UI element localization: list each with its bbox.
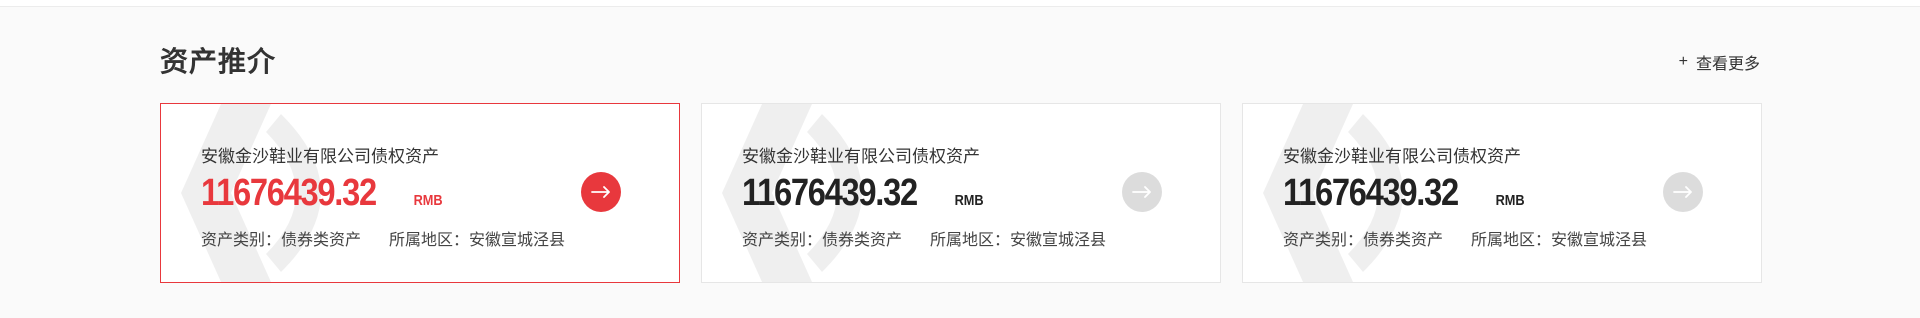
asset-region: 所属地区：安徽宣城泾县 (1471, 232, 1648, 249)
asset-card[interactable]: 安徽金沙鞋业有限公司债权资产 11676439.32 RMB 资产类别：债券类资… (701, 103, 1221, 283)
amount-unit: RMB (954, 192, 984, 209)
asset-category: 资产类别：债券类资产 (201, 232, 362, 249)
asset-meta: 资产类别：债券类资产 所属地区：安徽宣城泾县 (201, 226, 565, 250)
asset-amount: 11676439.32 RMB (1283, 172, 1527, 215)
amount-value: 11676439.32 (1283, 172, 1459, 214)
view-more-link[interactable]: + 查看更多 (1679, 50, 1760, 74)
asset-meta: 资产类别：债券类资产 所属地区：安徽宣城泾县 (742, 226, 1106, 250)
amount-value: 11676439.32 (201, 172, 377, 214)
arrow-right-icon[interactable] (581, 172, 621, 212)
asset-card[interactable]: 安徽金沙鞋业有限公司债权资产 11676439.32 RMB 资产类别：债券类资… (160, 103, 680, 283)
amount-unit: RMB (413, 192, 443, 209)
amount-unit: RMB (1495, 192, 1525, 209)
asset-card-list: 安徽金沙鞋业有限公司债权资产 11676439.32 RMB 资产类别：债券类资… (160, 103, 1762, 283)
amount-value: 11676439.32 (742, 172, 918, 214)
asset-card[interactable]: 安徽金沙鞋业有限公司债权资产 11676439.32 RMB 资产类别：债券类资… (1242, 103, 1762, 283)
view-more-label: 查看更多 (1695, 56, 1760, 73)
asset-category: 资产类别：债券类资产 (1283, 232, 1444, 249)
arrow-right-icon[interactable] (1663, 172, 1703, 212)
asset-name: 安徽金沙鞋业有限公司债权资产 (742, 147, 980, 166)
asset-category: 资产类别：债券类资产 (742, 232, 903, 249)
asset-name: 安徽金沙鞋业有限公司债权资产 (201, 147, 439, 166)
top-divider (0, 0, 1920, 7)
arrow-right-icon[interactable] (1122, 172, 1162, 212)
asset-region: 所属地区：安徽宣城泾县 (389, 232, 566, 249)
asset-amount: 11676439.32 RMB (201, 172, 445, 215)
asset-recommend-section: 资产推介 + 查看更多 安徽金沙鞋业有限公司债权资产 11676439.32 R… (160, 38, 1762, 283)
asset-amount: 11676439.32 RMB (742, 172, 986, 215)
asset-region: 所属地区：安徽宣城泾县 (930, 232, 1107, 249)
asset-name: 安徽金沙鞋业有限公司债权资产 (1283, 147, 1521, 166)
section-header: 资产推介 + 查看更多 (160, 38, 1760, 82)
asset-meta: 资产类别：债券类资产 所属地区：安徽宣城泾县 (1283, 226, 1647, 250)
section-title: 资产推介 (160, 46, 277, 77)
plus-icon: + (1678, 53, 1688, 70)
